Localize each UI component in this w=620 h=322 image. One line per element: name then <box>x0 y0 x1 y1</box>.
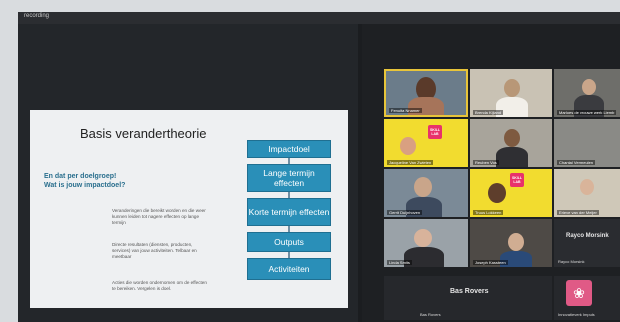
participant-silhouette <box>400 137 416 155</box>
participant-name: Rayco Morsink <box>558 259 585 264</box>
window-title: recording <box>24 13 50 19</box>
video-gallery: Fenuita Nnamer Brenda Kijland Marloes de… <box>362 24 620 322</box>
participant-big-name: Bas Rovers <box>450 288 489 295</box>
box-impactdoel: Impactdoel <box>247 140 331 158</box>
participant-name: Fenuita Nnamer <box>389 108 422 113</box>
video-tile[interactable]: Fenuita Nnamer <box>384 69 468 117</box>
participant-name: Brenda Kijland <box>473 110 504 115</box>
box-korte-termijn: Korte termijn effecten <box>247 198 331 226</box>
video-tile[interactable]: Erieve van der Meijer <box>554 169 620 217</box>
lightbulb-icon: ❀ <box>566 280 592 306</box>
participant-name: Joseph Kassteen <box>473 260 508 265</box>
participant-name: Innovatieverk Impuls <box>558 312 595 317</box>
participant-silhouette <box>414 177 432 197</box>
skill-lab-logo: SKILL LAB <box>428 125 442 139</box>
participant-silhouette <box>508 233 524 251</box>
participant-name: Bas Rovers <box>420 312 441 317</box>
video-tile[interactable]: Gerrit Duijnhoven <box>384 169 468 217</box>
monitor-frame: recording Basis verandertheorie En dat p… <box>18 12 620 322</box>
skill-lab-logo: SKILL LAB <box>510 173 524 187</box>
video-tile[interactable]: Rayco Morsink Rayco Morsink <box>554 219 620 267</box>
video-tile[interactable]: Chantal Vermeulen <box>554 119 620 167</box>
slide-question: En dat per doelgroep! Wat is jouw impact… <box>44 172 125 190</box>
desc-outputs: Directe resultaten (diensten, producten,… <box>112 242 197 259</box>
participant-silhouette <box>504 79 520 97</box>
video-tile[interactable]: ❀ Innovatieverk Impuls <box>554 276 620 320</box>
video-tile[interactable]: SKILL LAB Truus Lokkeen <box>470 169 552 217</box>
participant-silhouette <box>488 183 506 203</box>
participant-silhouette <box>504 129 520 147</box>
video-tile[interactable]: Joseph Kassteen <box>470 219 552 267</box>
participant-big-name: Rayco Morsink <box>566 233 609 239</box>
participant-body <box>496 147 528 167</box>
video-tile[interactable]: Brenda Kijland <box>470 69 552 117</box>
participant-name: Marloes de vrouwe werk Liemb <box>557 110 617 115</box>
participant-name: Chantal Vermeulen <box>557 160 596 165</box>
video-tile[interactable]: Reuben Vos <box>470 119 552 167</box>
desc-effects: Veranderingen die bereikt worden en die … <box>112 208 206 225</box>
video-tile[interactable]: Bas Rovers Bas Rovers <box>384 276 552 320</box>
video-tile[interactable]: SKILL LAB Jacqueline Van Zwieten <box>384 119 468 167</box>
box-outputs: Outputs <box>247 232 331 252</box>
desc-activities: Acties die worden ondernomen om de effec… <box>112 280 207 291</box>
participant-name: Gerrit Duijnhoven <box>387 210 423 215</box>
participant-name: Truus Lokkeen <box>473 210 504 215</box>
participant-silhouette <box>580 179 594 195</box>
question-line-2: Wat is jouw impactdoel? <box>44 182 126 189</box>
question-line-1: En dat per doelgroep! <box>44 173 117 180</box>
presentation-pane: Basis verandertheorie En dat per doelgro… <box>18 24 358 322</box>
box-lange-termijn: Lange termijn effecten <box>247 164 331 192</box>
box-activiteiten: Activiteiten <box>247 258 331 280</box>
slide-title: Basis verandertheorie <box>80 126 207 141</box>
video-tile[interactable]: Linda Smits <box>384 219 468 267</box>
participant-silhouette <box>414 229 432 247</box>
participant-body <box>408 97 444 115</box>
window-topbar: recording <box>18 12 620 24</box>
video-tile[interactable]: Marloes de vrouwe werk Liemb <box>554 69 620 117</box>
participant-name: Jacqueline Van Zwieten <box>387 160 434 165</box>
participant-silhouette <box>582 79 596 95</box>
shared-slide: Basis verandertheorie En dat per doelgro… <box>30 110 348 308</box>
participant-name: Erieve van der Meijer <box>557 210 599 215</box>
participant-name: Reuben Vos <box>473 160 499 165</box>
participant-name: Linda Smits <box>387 260 412 265</box>
